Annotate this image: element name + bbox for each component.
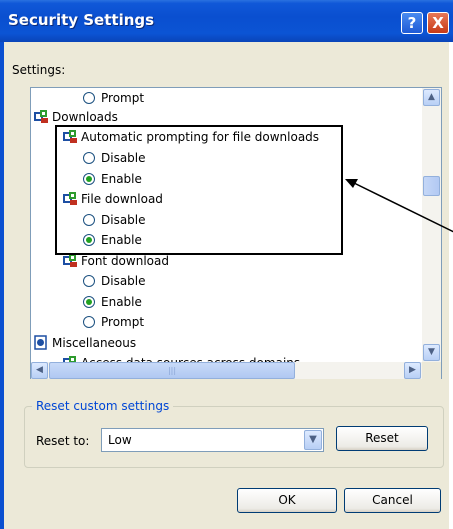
horizontal-scroll-thumb[interactable]: ||| <box>49 362 295 379</box>
reset-to-value: Low <box>108 433 132 447</box>
scroll-down-icon[interactable]: ▼ <box>423 344 440 361</box>
reset-group-title: Reset custom settings <box>32 399 174 413</box>
radio-prompt[interactable] <box>83 92 95 104</box>
reset-to-dropdown[interactable]: Low ▼ <box>101 428 324 452</box>
settings-label: Settings: <box>12 63 66 77</box>
horizontal-scrollbar[interactable]: ◀ ||| ▶ <box>31 362 422 379</box>
security-settings-dialog: Security Settings ? X Settings: Prompt D… <box>0 0 453 529</box>
ok-button[interactable]: OK <box>237 488 337 513</box>
radio-label: Disable <box>101 274 146 288</box>
cancel-button[interactable]: Cancel <box>344 488 441 513</box>
vertical-scrollbar[interactable]: ▲ ▼ <box>422 88 441 362</box>
settings-category-icon <box>63 254 77 267</box>
window-border-left <box>0 42 4 529</box>
window-title: Security Settings <box>8 11 155 29</box>
scroll-up-icon[interactable]: ▲ <box>423 89 440 106</box>
scroll-left-icon[interactable]: ◀ <box>31 362 48 379</box>
radio-label: Prompt <box>101 315 145 329</box>
reset-to-label: Reset to: <box>36 434 90 448</box>
miscellaneous-icon <box>34 335 47 350</box>
scroll-right-icon[interactable]: ▶ <box>404 362 421 379</box>
chevron-down-icon[interactable]: ▼ <box>304 430 322 450</box>
radio-disable[interactable] <box>83 275 95 287</box>
radio-enable[interactable] <box>83 296 95 308</box>
help-button[interactable]: ? <box>401 12 423 34</box>
close-button[interactable]: X <box>427 12 449 34</box>
vertical-scroll-thumb[interactable] <box>423 176 440 196</box>
settings-category-icon <box>34 110 48 123</box>
category-label-downloads: Downloads <box>52 110 118 124</box>
radio-prompt[interactable] <box>83 316 95 328</box>
annotation-highlight-box <box>55 125 343 255</box>
category-label-miscellaneous: Miscellaneous <box>52 336 137 350</box>
reset-button[interactable]: Reset <box>336 426 428 451</box>
radio-label: Enable <box>101 295 142 309</box>
scrollbar-corner <box>422 362 441 379</box>
window-border-right <box>449 42 453 529</box>
title-bar[interactable]: Security Settings ? X <box>0 0 453 42</box>
radio-label: Prompt <box>101 91 145 105</box>
